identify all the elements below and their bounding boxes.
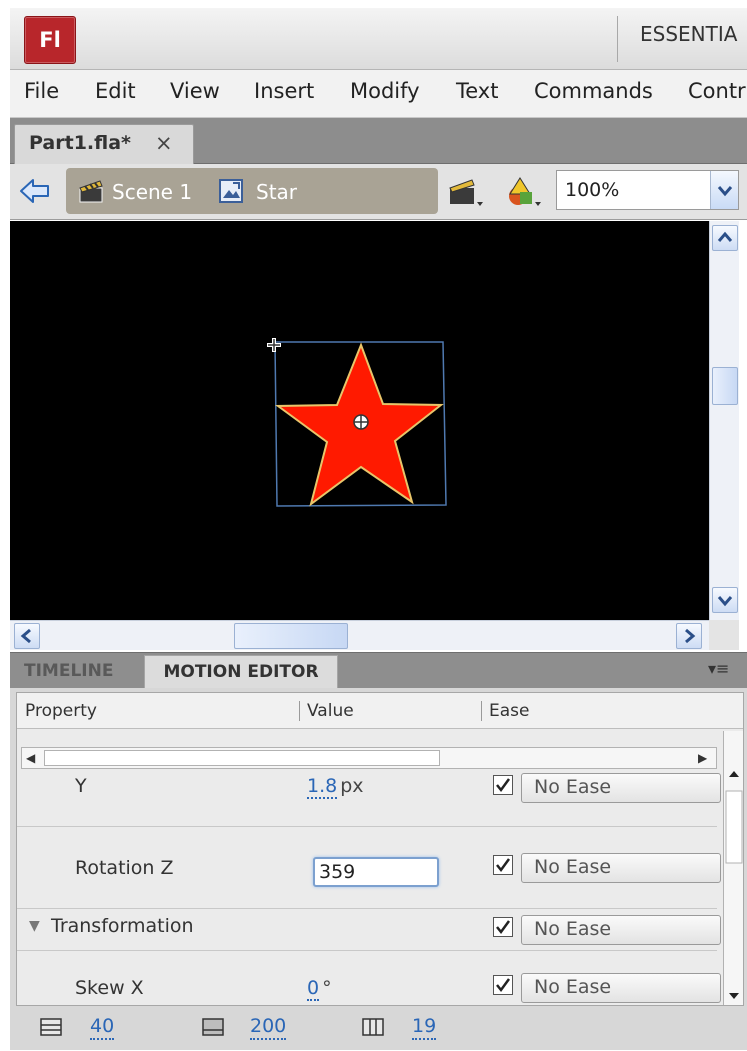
title-bar: Fl ESSENTIA <box>10 8 747 70</box>
tab-motion-editor[interactable]: MOTION EDITOR <box>144 655 338 689</box>
workspace-switcher[interactable]: ESSENTIA <box>640 22 737 46</box>
scene-clapper-icon <box>78 178 104 204</box>
document-tab-bar: Part1.fla* × <box>10 118 747 164</box>
panel-tab-bar: TIMELINE MOTION EDITOR ▾≡ <box>10 652 747 689</box>
stage[interactable] <box>10 221 709 620</box>
scroll-up-icon[interactable] <box>712 225 738 251</box>
scroll-corner <box>709 620 739 650</box>
stage-horizontal-scrollbar[interactable] <box>10 620 709 650</box>
ease-checkbox[interactable] <box>493 917 513 937</box>
column-property: Property <box>25 701 97 721</box>
menu-bar: File Edit View Insert Modify Text Comman… <box>10 70 747 118</box>
ease-dropdown[interactable]: No Ease <box>521 773 721 803</box>
stage-vertical-scrollbar[interactable] <box>709 221 739 620</box>
property-name: Y <box>75 775 87 797</box>
motion-editor-panel: Property Value Ease ◀ ▶ Y 1.8 px No Ease … <box>10 688 747 1050</box>
ease-checkbox[interactable] <box>493 855 513 875</box>
menu-view[interactable]: View <box>170 79 220 103</box>
graph-horizontal-scrollbar[interactable]: ◀ ▶ <box>21 747 717 769</box>
graph-size-icon <box>40 1018 62 1036</box>
ease-checkbox[interactable] <box>493 775 513 795</box>
ease-dropdown[interactable]: No Ease <box>521 973 721 1003</box>
edit-symbol-icon[interactable] <box>504 174 544 210</box>
chevron-down-icon[interactable] <box>710 171 738 209</box>
expanded-graph-size-icon <box>202 1018 224 1036</box>
document-tab-label: Part1.fla* <box>29 132 131 154</box>
motion-editor-grid: Property Value Ease ◀ ▶ Y 1.8 px No Ease … <box>16 692 744 1006</box>
panel-menu-icon[interactable]: ▾≡ <box>708 659 729 678</box>
column-value: Value <box>307 701 354 721</box>
zoom-value: 100% <box>565 179 620 201</box>
property-name: Skew X <box>75 977 144 999</box>
vertical-scroll-thumb[interactable] <box>712 367 738 405</box>
menu-edit[interactable]: Edit <box>95 79 136 103</box>
column-header: Property Value Ease <box>17 693 743 729</box>
column-divider[interactable] <box>299 701 300 721</box>
menu-commands[interactable]: Commands <box>534 79 653 103</box>
ease-dropdown[interactable]: No Ease <box>521 853 721 883</box>
property-row-y[interactable]: Y 1.8 px No Ease <box>17 771 721 827</box>
menu-insert[interactable]: Insert <box>254 79 314 103</box>
ease-checkbox[interactable] <box>493 975 513 995</box>
expanded-graph-size-value[interactable]: 200 <box>250 1014 287 1040</box>
edit-bar: Scene 1 Star 100% <box>10 164 747 220</box>
menu-file[interactable]: File <box>24 79 59 103</box>
symbol-crumb[interactable]: Star <box>256 180 297 204</box>
tab-timeline[interactable]: TIMELINE <box>18 657 119 689</box>
graph-size-value[interactable]: 40 <box>90 1014 115 1040</box>
registration-point-icon <box>267 338 281 352</box>
title-separator <box>617 16 618 62</box>
scroll-down-icon[interactable] <box>712 587 738 613</box>
ease-dropdown[interactable]: No Ease <box>521 915 721 945</box>
scroll-left-icon[interactable]: ◀ <box>26 751 35 765</box>
breadcrumb: Scene 1 Star <box>66 168 438 214</box>
property-name: Rotation Z <box>75 857 174 879</box>
flash-logo: Fl <box>24 16 76 64</box>
scroll-right-icon[interactable]: ▶ <box>698 751 707 765</box>
graphic-symbol-icon <box>218 178 244 204</box>
menu-modify[interactable]: Modify <box>350 79 420 103</box>
rotation-z-input[interactable]: 359 <box>313 857 439 887</box>
editor-vertical-scrollbar[interactable] <box>723 731 743 1005</box>
property-row-rotation-z[interactable]: Rotation Z 359 No Ease <box>17 827 721 909</box>
property-value[interactable]: 0 ° <box>307 977 332 1001</box>
horizontal-scroll-thumb[interactable] <box>234 623 348 649</box>
scroll-left-icon[interactable] <box>14 623 40 649</box>
menu-text[interactable]: Text <box>456 79 498 103</box>
scene-crumb[interactable]: Scene 1 <box>112 180 192 204</box>
property-value[interactable]: 1.8 px <box>307 775 364 799</box>
back-arrow-icon[interactable] <box>18 176 52 206</box>
edit-scene-icon[interactable] <box>446 174 486 210</box>
property-group-transformation[interactable]: ▼ Transformation No Ease <box>17 909 721 951</box>
close-icon[interactable]: × <box>155 131 173 155</box>
zoom-dropdown[interactable]: 100% <box>556 170 739 210</box>
document-tab[interactable]: Part1.fla* × <box>14 124 194 164</box>
viewable-frames-value[interactable]: 19 <box>412 1014 437 1040</box>
collapse-triangle-icon[interactable]: ▼ <box>29 918 40 934</box>
scroll-right-icon[interactable] <box>676 623 702 649</box>
property-row-skew-x[interactable]: Skew X 0 ° No Ease <box>17 951 721 1005</box>
group-name: Transformation <box>51 915 194 937</box>
graph-scroll-thumb[interactable] <box>44 750 440 766</box>
viewable-frames-icon <box>362 1018 384 1036</box>
star-symbol[interactable] <box>274 341 447 507</box>
menu-control[interactable]: Contr <box>688 79 746 103</box>
column-ease: Ease <box>489 701 530 721</box>
column-divider[interactable] <box>481 701 482 721</box>
motion-editor-footer: 40 200 19 <box>16 1008 744 1048</box>
